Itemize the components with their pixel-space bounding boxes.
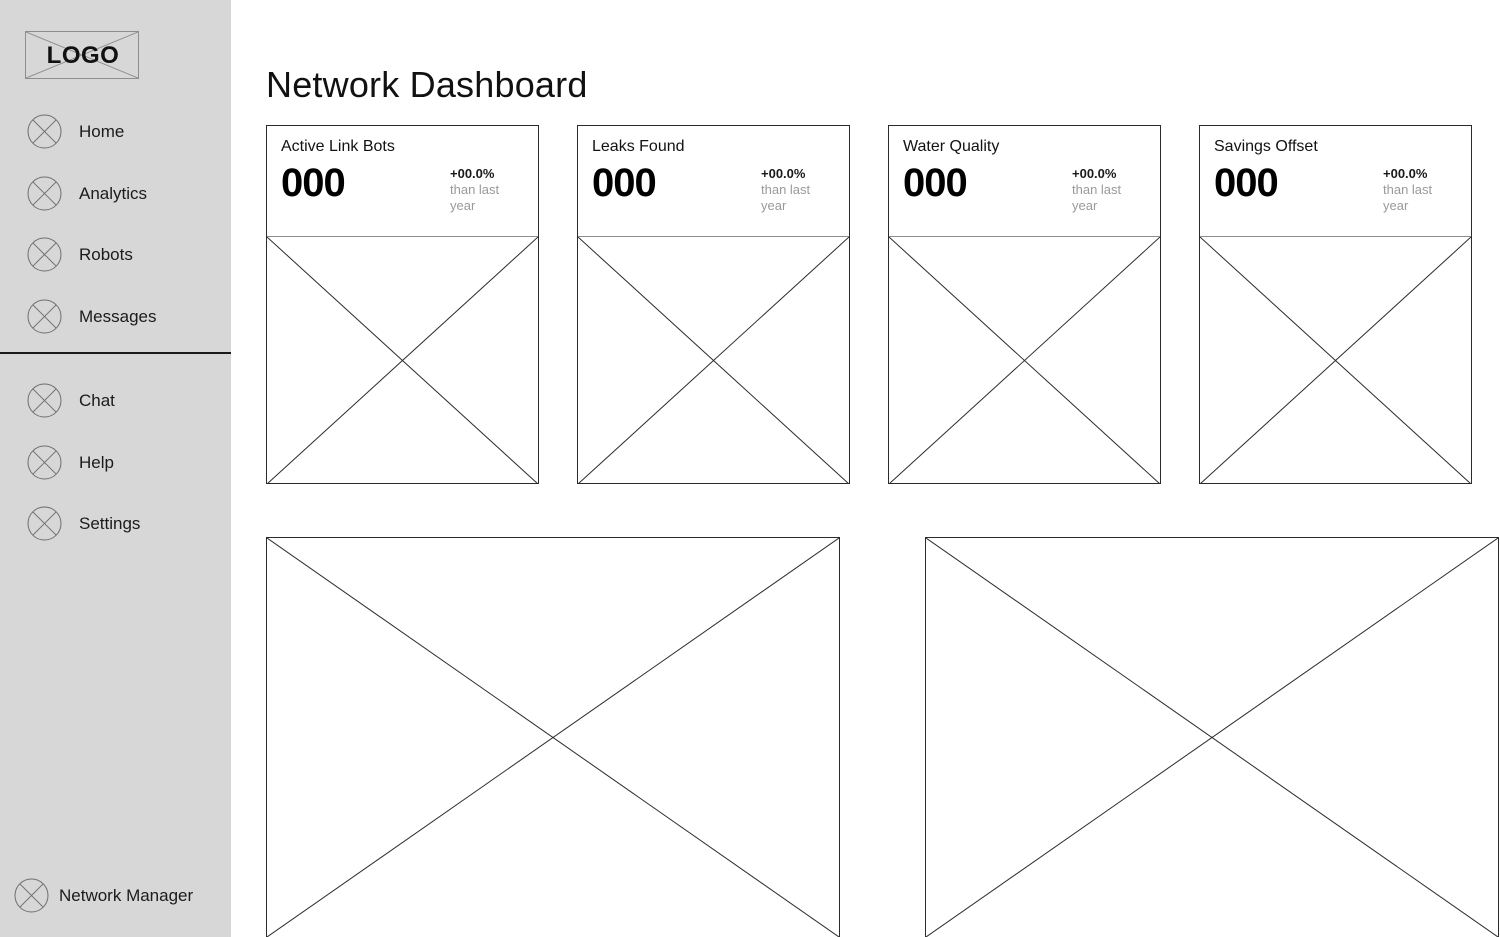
stat-card-chart-placeholder[interactable] [578, 237, 849, 484]
sidebar-user-name: Network Manager [59, 886, 194, 905]
page-title: Network Dashboard [266, 64, 588, 106]
stat-card-title: Leaks Found [592, 138, 685, 155]
circle-cross-icon [27, 114, 62, 149]
stat-card-delta-percent: +00.0% [1072, 165, 1117, 181]
circle-cross-icon [27, 383, 62, 418]
stat-card-leaks-found[interactable]: Leaks Found 000 +00.0% than last year [577, 125, 850, 484]
stat-card-value: 000 [1214, 160, 1279, 205]
circle-cross-icon [27, 445, 62, 480]
sidebar-item-help[interactable]: Help [0, 441, 231, 484]
stat-card-delta-percent: +00.0% [1383, 165, 1428, 181]
stat-card-delta-note: than last year [1072, 181, 1122, 214]
sidebar-nav-primary: Home Analytics Robots Messages [0, 110, 231, 356]
stat-card-value: 000 [281, 160, 346, 205]
image-placeholder-icon [926, 538, 1498, 937]
stat-card-delta-note: than last year [761, 181, 811, 214]
image-placeholder-icon [578, 237, 849, 484]
stat-card-title: Water Quality [903, 138, 1000, 155]
image-placeholder-icon [267, 538, 839, 937]
sidebar-divider [0, 352, 231, 354]
stat-cards-row: Active Link Bots 000 +00.0% than last ye… [266, 125, 1472, 484]
stat-card-title: Savings Offset [1214, 138, 1318, 155]
stat-card-header: Leaks Found 000 +00.0% than last year [578, 126, 849, 237]
sidebar-item-label: Messages [79, 306, 157, 326]
stat-card-water-quality[interactable]: Water Quality 000 +00.0% than last year [888, 125, 1161, 484]
stat-card-savings-offset[interactable]: Savings Offset 000 +00.0% than last year [1199, 125, 1472, 484]
sidebar-item-home[interactable]: Home [0, 110, 231, 153]
stat-card-header: Water Quality 000 +00.0% than last year [889, 126, 1160, 237]
logo-text: LOGO [46, 42, 120, 69]
stat-card-delta: +00.0% than last year [1383, 166, 1457, 215]
stat-card-delta-note: than last year [1383, 181, 1433, 214]
stat-card-delta-percent: +00.0% [761, 165, 806, 181]
sidebar-item-settings[interactable]: Settings [0, 502, 231, 545]
stat-card-body: 000 +00.0% than last year [592, 162, 835, 224]
stat-card-chart-placeholder[interactable] [1200, 237, 1471, 484]
image-placeholder-icon [1200, 237, 1471, 484]
logo-placeholder[interactable]: LOGO [25, 31, 139, 79]
stat-card-title: Active Link Bots [281, 138, 395, 155]
stat-card-chart-placeholder[interactable] [889, 237, 1160, 484]
sidebar-item-label: Home [79, 122, 125, 141]
sidebar-item-label: Analytics [79, 183, 148, 203]
sidebar-item-messages[interactable]: Messages [0, 295, 231, 338]
stat-card-delta-note: than last year [450, 181, 500, 214]
sidebar-item-chat[interactable]: Chat [0, 379, 231, 422]
image-placeholder-icon [267, 237, 538, 484]
sidebar-item-label: Robots [79, 245, 133, 264]
sidebar-item-analytics[interactable]: Analytics [0, 172, 231, 215]
stat-card-header: Savings Offset 000 +00.0% than last year [1200, 126, 1471, 237]
circle-cross-icon [27, 237, 62, 272]
image-placeholder-icon [889, 237, 1160, 484]
stat-card-body: 000 +00.0% than last year [281, 162, 524, 224]
stat-card-active-link-bots[interactable]: Active Link Bots 000 +00.0% than last ye… [266, 125, 539, 484]
bottom-panel-left[interactable] [266, 537, 840, 937]
sidebar-item-label: Chat [79, 391, 115, 410]
stat-card-header: Active Link Bots 000 +00.0% than last ye… [267, 126, 538, 237]
stat-card-delta: +00.0% than last year [761, 166, 835, 215]
sidebar-user-profile[interactable]: Network Manager [14, 878, 193, 913]
stat-card-delta: +00.0% than last year [1072, 166, 1146, 215]
stat-card-value: 000 [903, 160, 968, 205]
sidebar-item-robots[interactable]: Robots [0, 233, 231, 276]
stat-card-value: 000 [592, 160, 657, 205]
circle-cross-icon [27, 506, 62, 541]
stat-card-body: 000 +00.0% than last year [903, 162, 1146, 224]
sidebar-item-label: Settings [79, 514, 141, 533]
sidebar-nav-secondary: Chat Help Settings [0, 379, 231, 564]
stat-card-chart-placeholder[interactable] [267, 237, 538, 484]
dashboard-wireframe: LOGO Home Analytics Robots Messages Chat… [0, 0, 1500, 937]
stat-card-delta-percent: +00.0% [450, 165, 495, 181]
main-content: Network Dashboard Active Link Bots 000 +… [231, 0, 1500, 937]
stat-card-delta: +00.0% than last year [450, 166, 524, 215]
bottom-panel-right[interactable] [925, 537, 1499, 937]
sidebar-item-label: Help [79, 452, 114, 472]
stat-card-body: 000 +00.0% than last year [1214, 162, 1457, 224]
circle-cross-icon [27, 176, 62, 211]
sidebar: LOGO Home Analytics Robots Messages Chat… [0, 0, 231, 937]
avatar-circle-cross-icon [14, 878, 49, 913]
circle-cross-icon [27, 299, 62, 334]
bottom-panels-row [266, 537, 1499, 937]
